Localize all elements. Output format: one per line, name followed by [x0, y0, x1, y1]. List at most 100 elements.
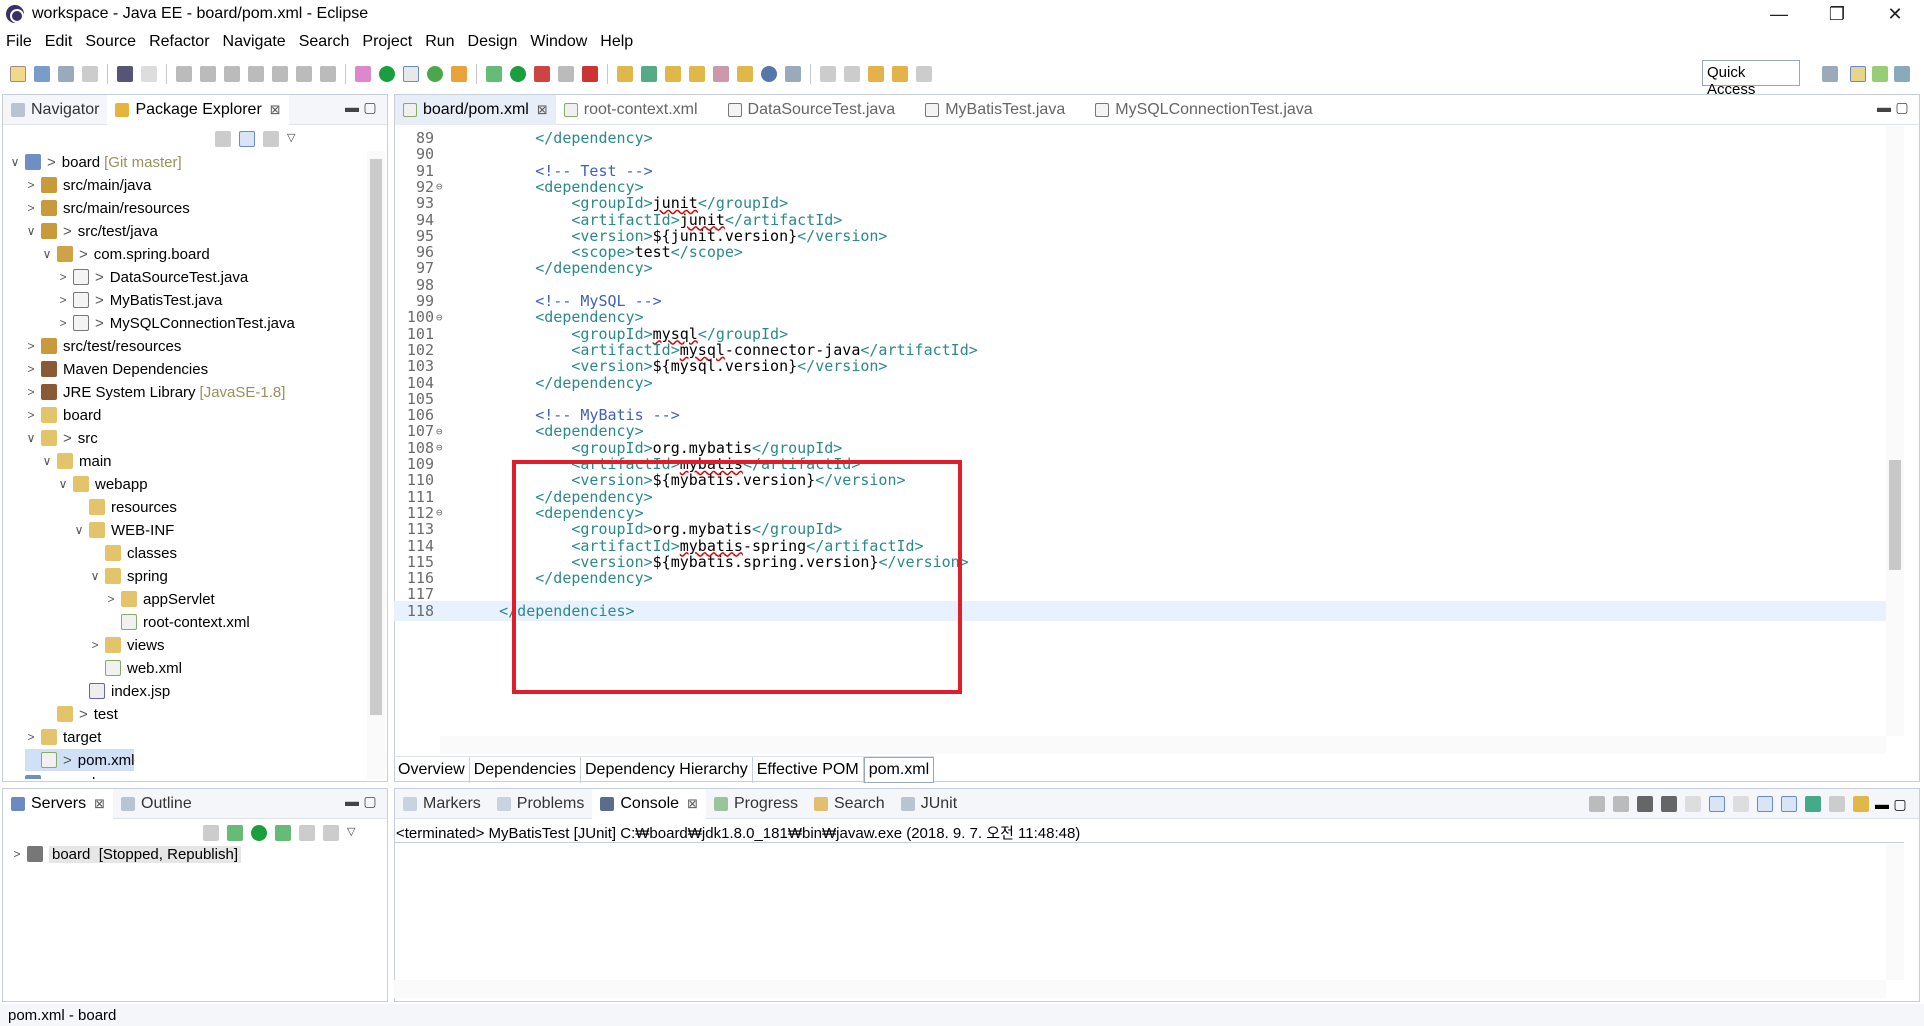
expand-arrow-icon[interactable]: >: [25, 339, 37, 353]
menu-design[interactable]: Design: [468, 33, 518, 51]
menu-run[interactable]: Run: [425, 33, 454, 51]
pin-console-icon[interactable]: [1805, 796, 1821, 812]
tree-scrollbar-thumb[interactable]: [370, 159, 382, 715]
search-tool-icon[interactable]: [713, 66, 729, 82]
tree-item[interactable]: > example: [9, 772, 104, 779]
toggle-mark-icon[interactable]: [403, 66, 419, 82]
tree-item[interactable]: ∨ WEB-INF: [73, 519, 175, 541]
tab-mysqlconnectiontest-java[interactable]: MySQLConnectionTest.java: [1087, 95, 1320, 125]
previous-annotation-icon[interactable]: [844, 66, 860, 82]
expand-arrow-icon[interactable]: >: [25, 730, 37, 744]
restore-button[interactable]: ❐: [1808, 0, 1866, 28]
expand-arrow-icon[interactable]: >: [105, 592, 117, 606]
tab-problems[interactable]: Problems: [489, 789, 593, 819]
close-icon[interactable]: ⊠: [94, 796, 105, 812]
expand-arrow-icon[interactable]: >: [25, 201, 37, 215]
tab-outline[interactable]: Outline: [113, 789, 200, 819]
stop-server-icon[interactable]: [299, 825, 315, 841]
fold-toggle-icon[interactable]: ⊖: [436, 441, 446, 454]
minimize-button[interactable]: —: [1750, 0, 1808, 28]
tab-servers[interactable]: Servers ⊠: [3, 788, 114, 819]
debug-icon[interactable]: [486, 66, 502, 82]
tree-item[interactable]: > src/test/resources: [25, 335, 181, 357]
tree-item[interactable]: > appServlet: [105, 588, 214, 610]
tab-dependency-hierarchy[interactable]: Dependency Hierarchy: [581, 757, 753, 783]
tree-item[interactable]: index.jsp: [73, 680, 170, 702]
run-icon[interactable]: [510, 66, 526, 82]
expand-arrow-icon[interactable]: >: [57, 316, 69, 330]
tree-item[interactable]: ∨ > board [Git master]: [9, 151, 182, 173]
java-ee-perspective-icon[interactable]: [1850, 66, 1866, 82]
collapse-icon[interactable]: [203, 825, 219, 841]
tab-mybatistest-java[interactable]: MyBatisTest.java: [917, 95, 1073, 125]
maximize-view-icon[interactable]: ▢: [361, 99, 379, 116]
tab-pom-xml-source[interactable]: pom.xml: [863, 757, 935, 783]
tree-item[interactable]: > > MyBatisTest.java: [57, 289, 222, 311]
link-icon[interactable]: [1589, 796, 1605, 812]
word-wrap-icon[interactable]: [1733, 796, 1749, 812]
tree-item[interactable]: > > MySQLConnectionTest.java: [57, 312, 294, 334]
globe-icon[interactable]: [761, 66, 777, 82]
tab-overview[interactable]: Overview: [394, 757, 470, 783]
save-all-icon[interactable]: [58, 66, 74, 82]
profile-server-icon[interactable]: [275, 825, 291, 841]
tab-markers[interactable]: Markers: [395, 789, 489, 819]
fold-toggle-icon[interactable]: ⊖: [436, 311, 446, 324]
fold-toggle-icon[interactable]: ⊖: [436, 425, 446, 438]
open-perspective-icon[interactable]: [1822, 66, 1838, 82]
maximize-view-icon[interactable]: ▢: [1893, 99, 1911, 116]
tree-item[interactable]: ∨ > com.spring.board: [41, 243, 210, 265]
skip-breakpoints-icon[interactable]: [141, 66, 157, 82]
link-with-editor-icon[interactable]: [239, 131, 255, 147]
menu-help[interactable]: Help: [600, 33, 633, 51]
editor-horizontal-scrollbar[interactable]: [440, 736, 1886, 754]
tree-item[interactable]: > src/main/resources: [25, 197, 189, 219]
terminal-icon[interactable]: [117, 66, 133, 82]
menu-file[interactable]: File: [6, 33, 32, 51]
expand-arrow-icon[interactable]: >: [25, 178, 37, 192]
collapse-arrow-icon[interactable]: ∨: [41, 247, 53, 261]
tree-item[interactable]: classes: [89, 542, 177, 564]
tree-item[interactable]: > > DataSourceTest.java: [57, 266, 248, 288]
server-row[interactable]: > board [Stopped, Republish]: [11, 843, 241, 865]
minimize-view-icon[interactable]: ▬: [1873, 796, 1891, 813]
tab-root-context-xml[interactable]: root-context.xml: [556, 95, 706, 125]
expand-arrow-icon[interactable]: >: [25, 408, 37, 422]
refresh-icon[interactable]: [427, 66, 443, 82]
expand-arrow-icon[interactable]: >: [9, 776, 21, 779]
menu-search[interactable]: Search: [299, 33, 350, 51]
maximize-view-icon[interactable]: ▢: [1891, 796, 1909, 813]
tree-item[interactable]: ∨ > src: [25, 427, 98, 449]
console-vertical-scrollbar[interactable]: [1886, 844, 1904, 980]
tree-item[interactable]: > src/main/java: [25, 174, 151, 196]
tab-package-explorer[interactable]: Package Explorer ⊠: [107, 94, 289, 125]
menu-window[interactable]: Window: [530, 33, 587, 51]
open-folder-icon[interactable]: [689, 66, 705, 82]
open-type-icon[interactable]: [665, 66, 681, 82]
print-icon[interactable]: [82, 66, 98, 82]
show-on-error-icon[interactable]: [1781, 796, 1797, 812]
forward-icon[interactable]: [916, 66, 932, 82]
menu-project[interactable]: Project: [362, 33, 412, 51]
tree-item[interactable]: > JRE System Library [JavaSE-1.8]: [25, 381, 285, 403]
maximize-view-icon[interactable]: ▢: [361, 793, 379, 810]
disconnect-icon[interactable]: [248, 66, 264, 82]
open-task-icon[interactable]: [737, 66, 753, 82]
collapse-arrow-icon[interactable]: ∨: [9, 155, 21, 169]
format-icon[interactable]: [355, 66, 371, 82]
menu-refactor[interactable]: Refactor: [149, 33, 209, 51]
java-perspective-icon[interactable]: [1872, 66, 1888, 82]
console-horizontal-scrollbar[interactable]: [394, 980, 1886, 998]
build-icon[interactable]: [451, 66, 467, 82]
new-icon[interactable]: [10, 66, 26, 82]
tab-search[interactable]: Search: [806, 789, 893, 819]
menu-navigate[interactable]: Navigate: [223, 33, 286, 51]
tab-junit[interactable]: JUnit: [893, 789, 965, 819]
server-action-icon[interactable]: [582, 66, 598, 82]
clear-console-icon[interactable]: [1685, 796, 1701, 812]
editor-scrollbar-thumb[interactable]: [1889, 460, 1901, 570]
last-edit-location-icon[interactable]: [868, 66, 884, 82]
save-icon[interactable]: [34, 66, 50, 82]
debug-perspective-icon[interactable]: [1894, 66, 1910, 82]
collapse-arrow-icon[interactable]: ∨: [25, 431, 37, 445]
